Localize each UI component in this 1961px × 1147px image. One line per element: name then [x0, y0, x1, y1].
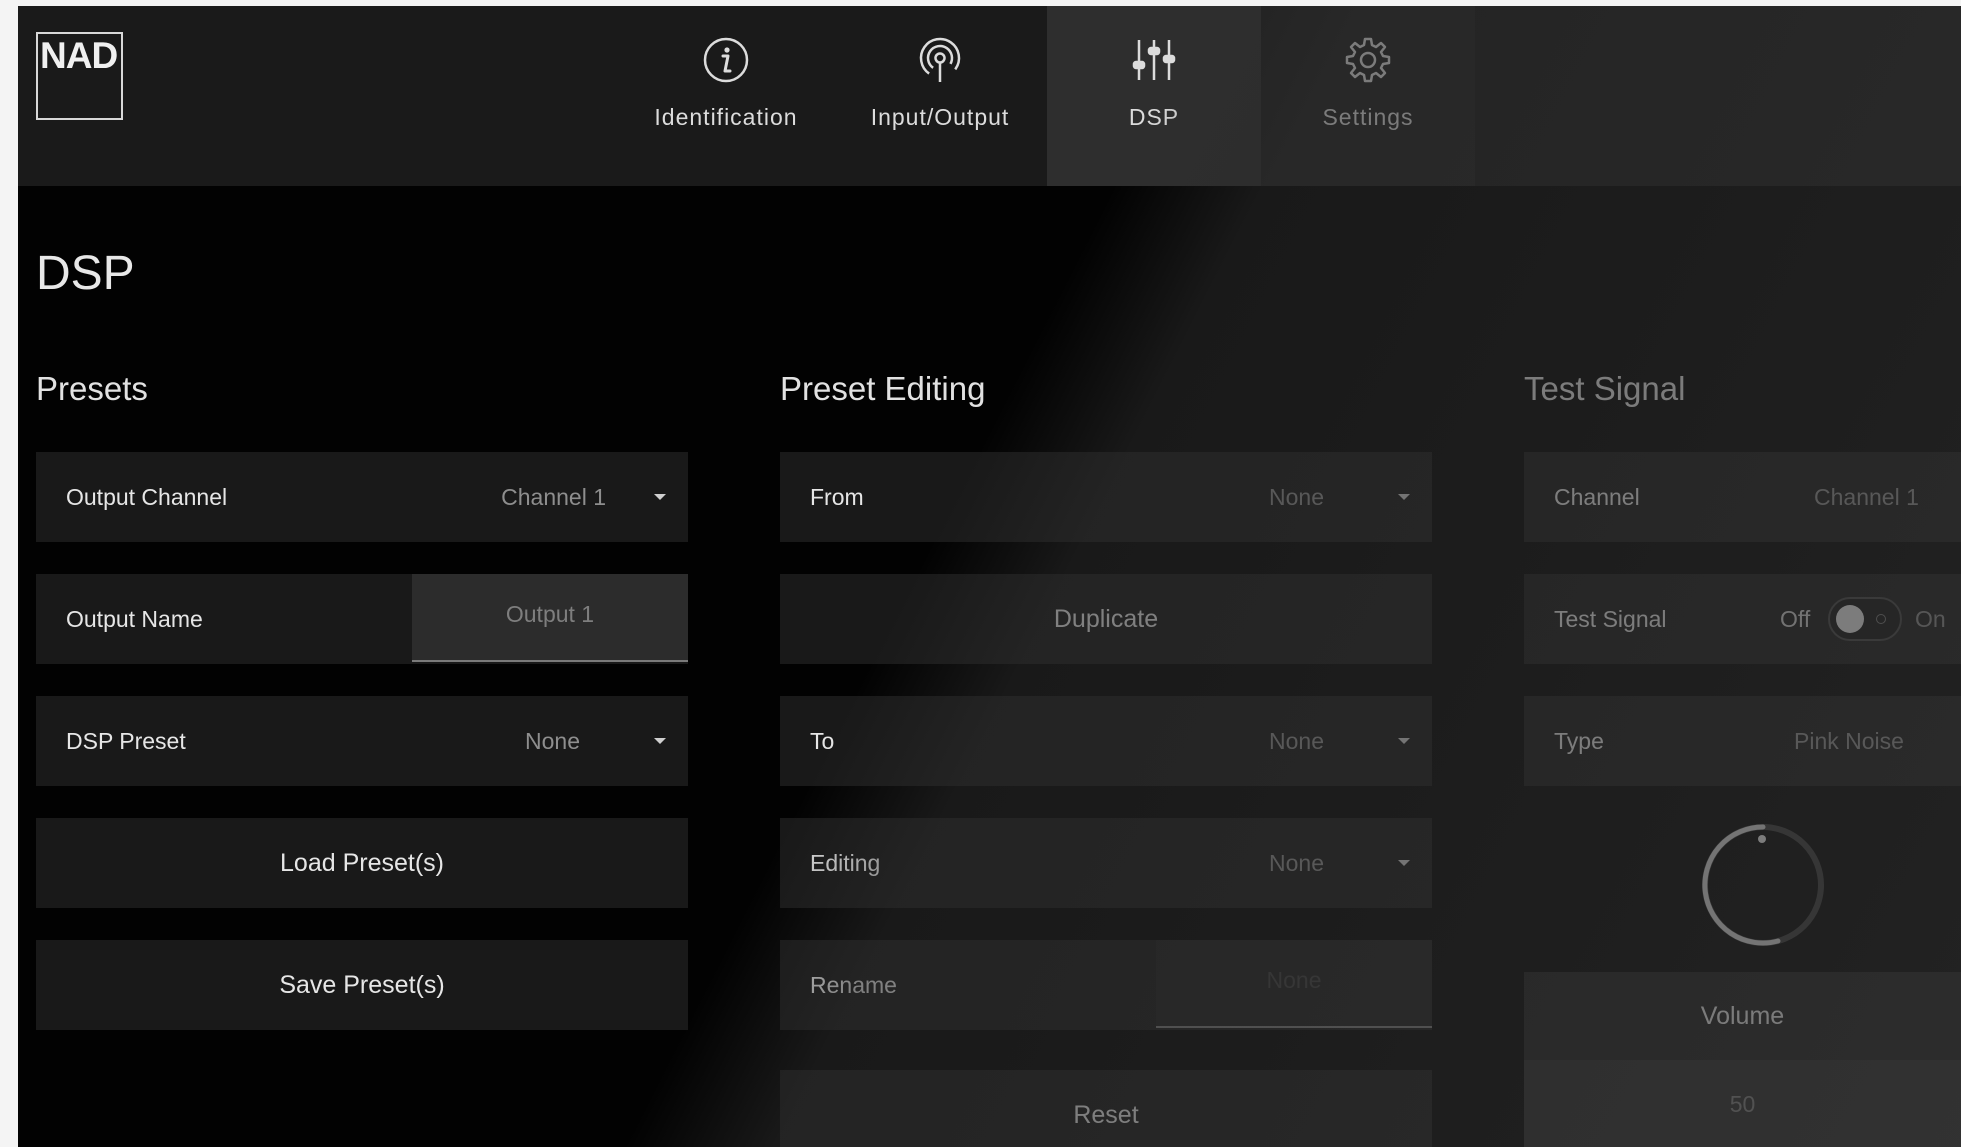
test-type-value: Pink Noise — [1794, 727, 1904, 754]
nad-dsp-app: NAD Identification Input/Output DSP Sett… — [18, 6, 1961, 1147]
nad-logo: NAD — [36, 32, 123, 120]
tab-identification-label: Identification — [654, 104, 798, 130]
tab-dsp-label: DSP — [1128, 104, 1180, 130]
editing-label: Editing — [810, 849, 881, 876]
test-type-select[interactable]: Type Pink Noise — [1524, 696, 1961, 786]
from-value: None — [1269, 483, 1324, 510]
volume-value-field[interactable]: 50 — [1524, 1060, 1961, 1147]
output-channel-value: Channel 1 — [501, 483, 606, 510]
to-label: To — [810, 727, 835, 754]
to-value: None — [1269, 727, 1324, 754]
rename-row: Rename None — [780, 940, 1432, 1030]
to-select[interactable]: To None — [780, 696, 1432, 786]
chevron-down-icon — [1398, 738, 1410, 744]
test-channel-value: Channel 1 — [1814, 483, 1919, 510]
load-presets-button[interactable]: Load Preset(s) — [36, 818, 688, 908]
volume-label-row: Volume — [1524, 972, 1961, 1060]
test-channel-label: Channel — [1554, 483, 1640, 510]
volume-knob[interactable] — [1698, 820, 1828, 950]
presets-section-title: Presets — [36, 370, 148, 407]
editing-value: None — [1269, 849, 1324, 876]
top-navigation-bar: NAD Identification Input/Output DSP Sett… — [18, 6, 1961, 186]
save-presets-button[interactable]: Save Preset(s) — [36, 940, 688, 1030]
toggle-ring-icon — [1876, 614, 1886, 624]
page-title: DSP — [36, 247, 135, 300]
test-signal-label: Test Signal — [1554, 605, 1667, 632]
info-icon — [703, 37, 749, 83]
toggle-off-label: Off — [1780, 605, 1811, 632]
toggle-knob — [1836, 605, 1864, 633]
toggle-on-label: On — [1915, 605, 1946, 632]
rename-input[interactable]: None — [1156, 940, 1432, 1028]
rename-label: Rename — [810, 971, 897, 998]
volume-knob-indicator — [1758, 835, 1766, 843]
from-label: From — [810, 483, 864, 510]
output-name-label: Output Name — [66, 605, 203, 632]
chevron-down-icon — [1398, 860, 1410, 866]
output-channel-select[interactable]: Output Channel Channel 1 — [36, 452, 688, 542]
tab-settings-label: Settings — [1322, 104, 1414, 130]
sliders-icon — [1132, 40, 1176, 80]
test-channel-select[interactable]: Channel Channel 1 — [1524, 452, 1961, 542]
duplicate-button[interactable]: Duplicate — [780, 574, 1432, 664]
test-signal-row: Test Signal Off On — [1524, 574, 1961, 664]
tab-input-output-label: Input/Output — [870, 104, 1010, 130]
output-name-row: Output Name Output 1 — [36, 574, 688, 664]
chevron-down-icon — [654, 494, 666, 500]
chevron-down-icon — [654, 738, 666, 744]
editing-select[interactable]: Editing None — [780, 818, 1432, 908]
test-signal-section-title: Test Signal — [1524, 370, 1686, 407]
tab-input-output[interactable]: Input/Output — [833, 6, 1047, 186]
tab-dsp[interactable]: DSP — [1047, 6, 1261, 186]
broadcast-icon — [919, 37, 961, 82]
volume-label: Volume — [1700, 1001, 1785, 1030]
dsp-preset-value: None — [525, 727, 580, 754]
dsp-preset-select[interactable]: DSP Preset None — [36, 696, 688, 786]
test-type-label: Type — [1554, 727, 1604, 754]
output-channel-label: Output Channel — [66, 483, 228, 510]
gear-icon — [1345, 37, 1391, 83]
reset-button[interactable]: Reset — [780, 1070, 1432, 1147]
dsp-preset-label: DSP Preset — [66, 727, 186, 754]
volume-value: 50 — [1729, 1090, 1756, 1117]
chevron-down-icon — [1398, 494, 1410, 500]
tab-settings[interactable]: Settings — [1261, 6, 1475, 186]
test-signal-toggle[interactable] — [1828, 597, 1902, 641]
tab-identification[interactable]: Identification — [619, 6, 833, 186]
volume-knob-arc — [1702, 824, 1781, 946]
output-name-input[interactable]: Output 1 — [412, 574, 688, 662]
preset-editing-section-title: Preset Editing — [780, 370, 986, 407]
from-select[interactable]: From None — [780, 452, 1432, 542]
